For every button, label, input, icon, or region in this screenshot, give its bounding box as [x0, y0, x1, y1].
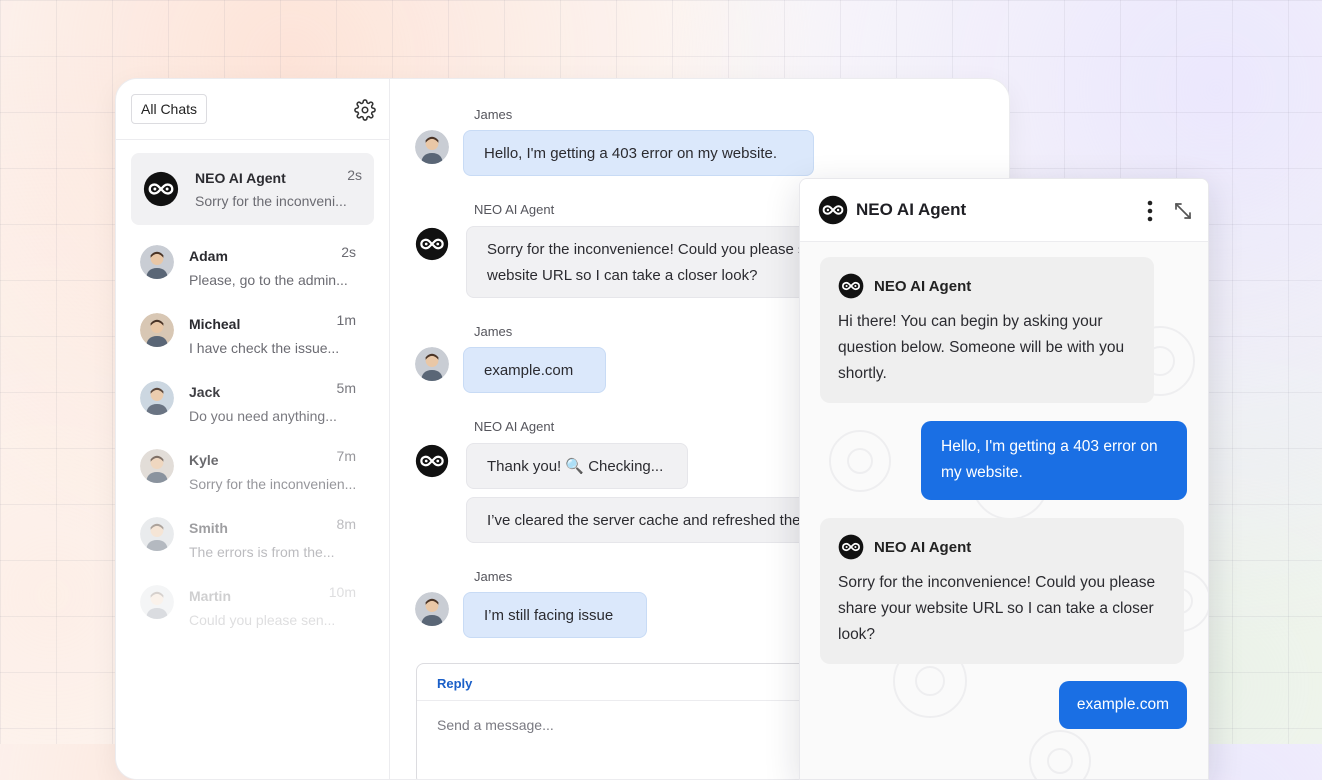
message-sender: James [474, 324, 513, 339]
chat-item-name: Martin [189, 588, 231, 604]
chat-sidebar: All Chats NEO AI Agent Sorry for the inc… [116, 79, 390, 779]
message-sender: NEO AI Agent [474, 202, 555, 217]
chat-item-smith[interactable]: Smith The errors is from the... 8m [131, 499, 374, 567]
agent-logo-icon [143, 171, 179, 207]
chat-item-preview: Could you please sen... [189, 612, 336, 628]
widget-user-message: Hello, I'm getting a 403 error on my web… [921, 421, 1187, 500]
message-bubble: I’m still facing issue [463, 592, 647, 638]
avatar [415, 347, 449, 381]
gear-icon[interactable] [354, 99, 376, 121]
tab-reply[interactable]: Reply [437, 676, 472, 691]
chat-list: NEO AI Agent Sorry for the inconveni... … [116, 153, 389, 635]
chat-item-preview: Sorry for the inconvenien... [189, 476, 357, 492]
chat-item-micheal[interactable]: Micheal I have check the issue... 1m [131, 295, 374, 363]
chat-item-time: 2s [341, 244, 356, 260]
agent-logo-icon [415, 227, 449, 261]
chat-item-time: 1m [336, 312, 356, 328]
chat-item-name: Smith [189, 520, 228, 536]
widget-title: NEO AI Agent [856, 200, 967, 219]
avatar [140, 381, 174, 415]
chat-item-name: NEO AI Agent [195, 170, 286, 186]
message-text: Hi there! You can begin by asking your q… [838, 313, 1125, 382]
message-sender: NEO AI Agent [474, 419, 555, 434]
message-sender: NEO AI Agent [874, 278, 972, 295]
chat-item-kyle[interactable]: Kyle Sorry for the inconvenien... 7m [131, 431, 374, 499]
chat-item-name: Jack [189, 384, 221, 400]
all-chats-filter-button[interactable]: All Chats [131, 94, 208, 124]
widget-user-message: example.com [1059, 681, 1187, 729]
chat-item-time: 7m [336, 448, 356, 464]
chat-item-name: Micheal [189, 316, 241, 332]
widget-agent-message: NEO AI Agent Hi there! You can begin by … [820, 257, 1154, 403]
agent-logo-icon [838, 273, 864, 299]
chat-widget: NEO AI Agent NEO AI Agent Hi there! You … [799, 178, 1209, 780]
message-text: Sorry for the inconvenience! Could you p… [838, 574, 1156, 643]
message-sender: NEO AI Agent [874, 539, 972, 556]
agent-logo-icon [415, 444, 449, 478]
chat-item-preview: Do you need anything... [189, 408, 337, 424]
chat-item-time: 10m [328, 584, 356, 600]
chat-item-martin[interactable]: Martin Could you please sen... 10m [131, 567, 374, 635]
chat-item-name: Kyle [189, 452, 219, 468]
agent-logo-icon [838, 534, 864, 560]
expand-arrows-icon[interactable] [1172, 200, 1194, 222]
chat-item-time: 2s [347, 167, 362, 183]
avatar [140, 585, 174, 619]
chat-item-preview: Please, go to the admin... [189, 272, 348, 288]
chat-item-adam[interactable]: Adam Please, go to the admin... 2s [131, 227, 374, 295]
chat-item-preview: The errors is from the... [189, 544, 335, 560]
chat-item-neo-ai-agent[interactable]: NEO AI Agent Sorry for the inconveni... … [131, 153, 374, 225]
agent-logo-icon [818, 195, 848, 225]
vertical-dots-icon[interactable] [1142, 199, 1158, 223]
message-bubble: Hello, I'm getting a 403 error on my web… [463, 130, 814, 176]
avatar [140, 313, 174, 347]
sidebar-header: All Chats [116, 79, 389, 140]
message-bubble: Thank you! 🔍 Checking... [466, 443, 688, 489]
avatar [415, 592, 449, 626]
chat-item-time: 8m [336, 516, 356, 532]
chat-item-name: Adam [189, 248, 228, 264]
widget-header: NEO AI Agent [800, 179, 1208, 242]
message-bubble: example.com [463, 347, 606, 393]
avatar [140, 245, 174, 279]
chat-item-preview: I have check the issue... [189, 340, 340, 356]
avatar [415, 130, 449, 164]
chat-item-time: 5m [336, 380, 356, 396]
widget-agent-message: NEO AI Agent Sorry for the inconvenience… [820, 518, 1184, 664]
avatar [140, 449, 174, 483]
avatar [140, 517, 174, 551]
message-sender: James [474, 569, 513, 584]
chat-item-preview: Sorry for the inconveni... [195, 193, 347, 209]
message-sender: James [474, 107, 513, 122]
chat-item-jack[interactable]: Jack Do you need anything... 5m [131, 363, 374, 431]
